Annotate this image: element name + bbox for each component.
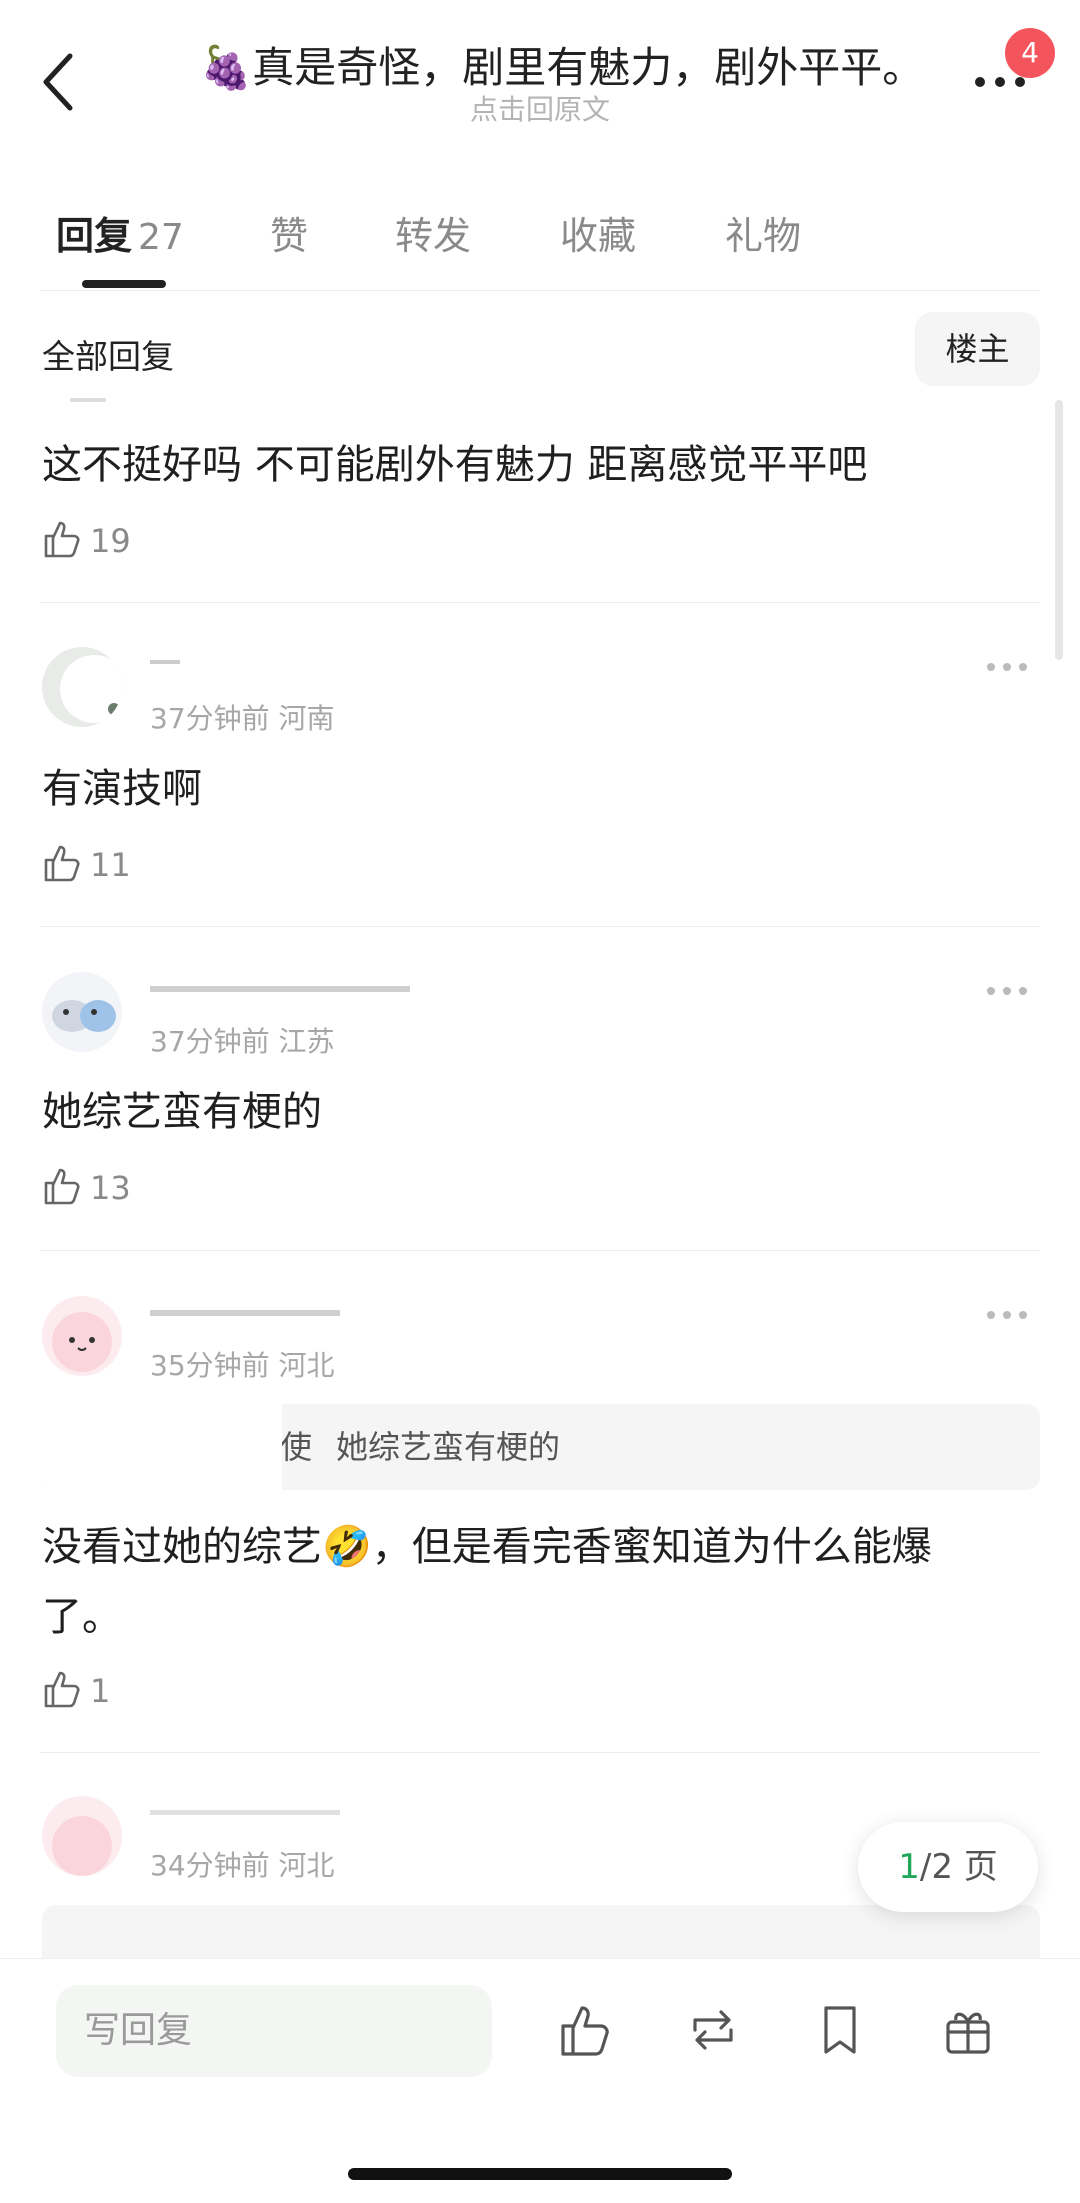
tab-replies[interactable]: 回复 27 <box>56 205 184 260</box>
like-count: 19 <box>90 522 131 560</box>
quoted-reply-partial[interactable] <box>42 1905 1040 1965</box>
comment-meta: 34分钟前 河北 <box>150 1849 335 1882</box>
comment-divider <box>40 1250 1040 1251</box>
like-button[interactable]: 11 <box>42 842 131 884</box>
username-cropped[interactable] <box>150 1800 350 1818</box>
comment-text-line1: 没看过她的综艺🤣，但是看完香蜜知道为什么能爆 <box>42 1524 932 1570</box>
scrollbar[interactable] <box>1055 400 1063 660</box>
comment-meta: 37分钟前 江苏 <box>150 1025 335 1058</box>
comment-text: 这不挺好吗 不可能剧外有魅力 距离感觉平平吧 <box>42 442 868 488</box>
like-icon[interactable] <box>555 2000 615 2060</box>
comment-more-icon[interactable] <box>985 984 1029 998</box>
comment-text-line2: 了。 <box>42 1594 122 1640</box>
thumbs-up-icon <box>44 1168 80 1205</box>
avatar[interactable] <box>42 1296 122 1376</box>
comment-more-icon[interactable] <box>985 660 1029 674</box>
avatar[interactable] <box>42 1796 122 1876</box>
post-title-text: 真是奇怪，剧里有魅力，剧外平平。 <box>252 43 925 92</box>
quote-prefix: 使 <box>280 1428 313 1466</box>
back-to-original-link[interactable]: 点击回原文 <box>0 88 1080 128</box>
tab-replies-label: 回复 <box>56 214 133 258</box>
thumbs-up-icon <box>44 845 80 882</box>
username-cropped[interactable] <box>150 1300 350 1318</box>
redacted-area <box>42 1404 282 1490</box>
like-button[interactable]: 13 <box>42 1165 131 1207</box>
tab-replies-count: 27 <box>138 217 184 258</box>
home-indicator[interactable] <box>348 2168 732 2180</box>
username-cropped[interactable] <box>150 650 180 668</box>
comment-text: 她综艺蛮有梗的 <box>42 1089 322 1135</box>
thumbs-up-icon <box>44 1671 80 1708</box>
repost-icon[interactable] <box>683 2000 743 2060</box>
gift-icon[interactable] <box>938 2000 998 2060</box>
like-button[interactable]: 1 <box>42 1668 110 1710</box>
active-tab-indicator <box>82 280 166 288</box>
comment-divider <box>40 926 1040 927</box>
like-count: 11 <box>90 846 131 884</box>
tab-gifts[interactable]: 礼物 <box>725 205 801 260</box>
page-indicator[interactable]: 1/2 页 <box>858 1822 1038 1912</box>
comment-text: 有演技啊 <box>42 766 202 812</box>
comment-divider <box>40 1752 1040 1753</box>
reply-input[interactable]: 写回复 <box>56 1985 492 2077</box>
post-title[interactable]: 🍇真是奇怪，剧里有魅力，剧外平平。 <box>200 34 924 95</box>
owner-only-button[interactable]: 楼主 <box>915 312 1040 386</box>
thumbs-up-icon <box>44 521 80 558</box>
tab-divider <box>40 290 1040 291</box>
like-count: 13 <box>90 1169 131 1207</box>
comment-meta: 37分钟前 河南 <box>150 702 335 735</box>
avatar[interactable] <box>42 647 122 727</box>
all-replies-filter[interactable]: 全部回复 <box>42 330 174 378</box>
tab-reposts[interactable]: 转发 <box>395 205 471 260</box>
quote-text: 她综艺蛮有梗的 <box>336 1428 561 1466</box>
total-pages: /2 页 <box>919 1847 998 1887</box>
grape-emoji: 🍇 <box>200 43 253 92</box>
like-count: 1 <box>90 1672 111 1710</box>
current-page: 1 <box>898 1847 920 1887</box>
avatar-edge <box>70 398 106 402</box>
tab-favorites[interactable]: 收藏 <box>560 205 636 260</box>
comment-divider <box>40 602 1040 603</box>
notification-badge: 4 <box>1005 28 1055 78</box>
comment-more-icon[interactable] <box>985 1308 1029 1322</box>
bookmark-icon[interactable] <box>810 2000 870 2060</box>
comment-meta: 35分钟前 河北 <box>150 1349 335 1382</box>
tab-likes[interactable]: 赞 <box>270 205 308 260</box>
like-button[interactable]: 19 <box>42 518 131 560</box>
username-cropped[interactable] <box>150 976 420 994</box>
avatar[interactable] <box>42 972 122 1052</box>
